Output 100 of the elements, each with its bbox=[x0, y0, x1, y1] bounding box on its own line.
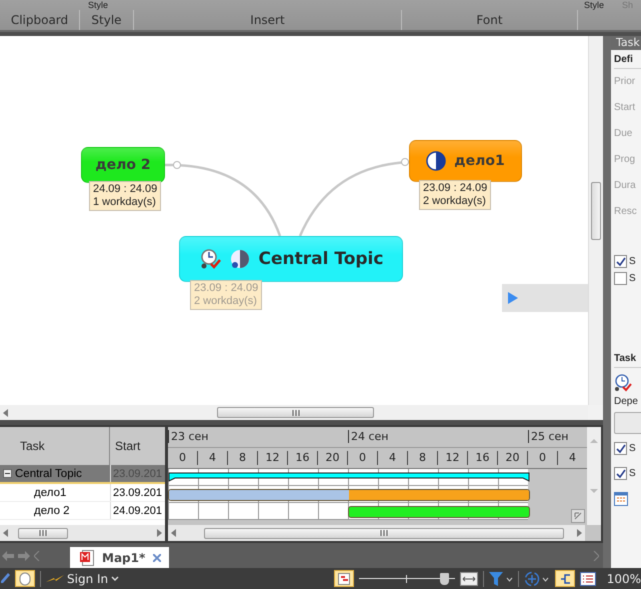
fit-width-icon[interactable] bbox=[460, 572, 478, 586]
column-header[interactable]: Start bbox=[110, 427, 140, 465]
map-view-icon bbox=[338, 572, 350, 584]
horizontal-scrollbar[interactable] bbox=[0, 525, 165, 541]
hour-label: 8 bbox=[228, 451, 258, 465]
collapse-toggle[interactable] bbox=[3, 469, 12, 478]
topic-label: дело1 bbox=[454, 153, 505, 169]
option-label: S bbox=[629, 443, 636, 454]
hour-label: 0 bbox=[528, 451, 558, 465]
section-heading: Task bbox=[614, 349, 641, 368]
outline-view-button[interactable] bbox=[554, 570, 575, 587]
task-bar[interactable] bbox=[348, 506, 530, 518]
lightning-icon bbox=[46, 574, 64, 582]
hour-label: 16 bbox=[288, 451, 318, 465]
date-range: 23.09 : 24.09 bbox=[423, 182, 488, 195]
task-row[interactable]: дело1 23.09.201 bbox=[0, 484, 165, 502]
task-name: дело 2 bbox=[34, 504, 70, 516]
hour-label: 0 bbox=[348, 451, 378, 465]
dependency-field[interactable] bbox=[614, 412, 641, 434]
checkbox[interactable] bbox=[614, 442, 627, 455]
date-range: 23.09 : 24.09 bbox=[194, 282, 258, 295]
date-range: 24.09 : 24.09 bbox=[93, 183, 158, 196]
filter-icon[interactable] bbox=[488, 572, 513, 586]
field-label: Start bbox=[614, 101, 636, 115]
checkbox[interactable] bbox=[614, 255, 627, 268]
scroll-right-icon[interactable] bbox=[593, 550, 599, 560]
topic-node[interactable]: дело1 bbox=[409, 140, 522, 182]
branch-icon bbox=[558, 572, 571, 584]
slider-thumb[interactable] bbox=[440, 572, 450, 584]
pointer-tool-button[interactable] bbox=[15, 570, 35, 587]
pencil-icon[interactable] bbox=[0, 572, 10, 584]
connector-dot bbox=[173, 161, 181, 169]
document-tab[interactable]: Map1* bbox=[70, 547, 170, 568]
hour-label: 20 bbox=[318, 451, 348, 465]
workday-count: 1 workday(s) bbox=[93, 196, 157, 209]
field-label: Prog bbox=[614, 153, 636, 167]
play-button[interactable] bbox=[502, 284, 588, 312]
task-name: дело1 bbox=[34, 486, 66, 498]
calendar-icon[interactable] bbox=[614, 492, 628, 506]
topic-node[interactable]: Central Topic bbox=[179, 236, 403, 282]
list-icon[interactable] bbox=[580, 572, 596, 586]
forward-arrow-icon[interactable] bbox=[18, 550, 30, 560]
task-row[interactable]: дело 2 24.09.201 bbox=[0, 502, 165, 520]
play-icon bbox=[508, 292, 518, 304]
topic-label: дело 2 bbox=[95, 157, 151, 173]
section-heading: Defi bbox=[614, 50, 641, 69]
start-date: 24.09.201 bbox=[113, 504, 162, 516]
day-label: 24 сен bbox=[348, 430, 389, 443]
task-bar[interactable] bbox=[168, 489, 530, 501]
hour-label: 20 bbox=[498, 451, 528, 465]
grip-icon bbox=[39, 530, 47, 536]
summary-bar[interactable] bbox=[168, 472, 530, 482]
horizontal-scrollbar[interactable] bbox=[168, 525, 585, 541]
option-label: S bbox=[629, 468, 636, 479]
field-label: Dura bbox=[614, 179, 637, 193]
ribbon-label[interactable]: Style bbox=[584, 0, 604, 10]
checkbox[interactable] bbox=[614, 467, 627, 480]
map-view-button[interactable] bbox=[334, 570, 354, 587]
group-label: Insert bbox=[250, 13, 285, 27]
start-date: 23.09.201 bbox=[113, 486, 162, 498]
field-label: Resc bbox=[614, 205, 638, 219]
field-label: Due bbox=[614, 127, 634, 141]
group-label: Clipboard bbox=[10, 13, 68, 27]
hour-label: 4 bbox=[378, 451, 408, 465]
workday-count: 2 workday(s) bbox=[423, 195, 487, 208]
hour-label: 12 bbox=[438, 451, 468, 465]
sign-in-button[interactable]: Sign In bbox=[46, 572, 120, 586]
scroll-left-icon[interactable] bbox=[34, 550, 40, 560]
field-label: Depe bbox=[614, 395, 639, 409]
hour-label: 8 bbox=[408, 451, 438, 465]
option-label: S bbox=[629, 273, 636, 284]
day-label: 25 сен bbox=[528, 430, 569, 443]
group-label: Style bbox=[91, 13, 122, 27]
clock-check-icon bbox=[198, 248, 221, 270]
map-file-icon bbox=[80, 550, 94, 566]
grip-icon bbox=[380, 530, 388, 536]
ribbon-label[interactable]: Style bbox=[88, 0, 108, 10]
grip-icon bbox=[292, 410, 300, 416]
half-circle-icon bbox=[228, 248, 251, 270]
clock-check-icon[interactable] bbox=[614, 374, 632, 392]
add-topic-icon[interactable] bbox=[524, 570, 550, 586]
mouse-icon bbox=[19, 572, 31, 586]
task-name: Central Topic bbox=[15, 468, 82, 480]
workday-count: 2 workday(s) bbox=[194, 295, 258, 308]
caret-icon bbox=[111, 576, 120, 582]
vertical-scrollbar[interactable] bbox=[588, 36, 603, 405]
back-arrow-icon[interactable] bbox=[2, 550, 14, 560]
panel-title: Task bbox=[611, 36, 641, 50]
topic-label: Central Topic bbox=[258, 249, 384, 269]
connector-dot bbox=[401, 158, 409, 166]
group-label: Font bbox=[476, 13, 503, 27]
topic-node[interactable]: дело 2 bbox=[81, 147, 165, 183]
zoom-percentage: 100% bbox=[606, 572, 641, 586]
option-label: S bbox=[629, 256, 636, 267]
close-icon[interactable] bbox=[153, 554, 162, 562]
corner-expand-icon[interactable] bbox=[571, 509, 585, 523]
checkbox[interactable] bbox=[614, 272, 627, 285]
hour-label: 12 bbox=[258, 451, 288, 465]
half-circle-icon bbox=[426, 151, 446, 171]
hour-label: 0 bbox=[168, 451, 198, 465]
